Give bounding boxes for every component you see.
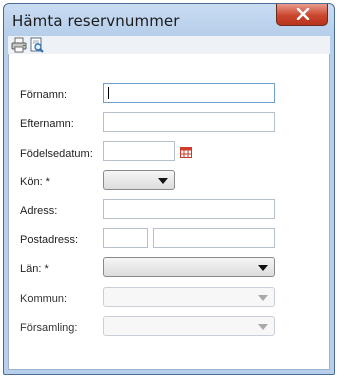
ort-input[interactable]	[153, 228, 275, 248]
print-preview-icon[interactable]	[29, 37, 45, 53]
postnummer-input[interactable]	[103, 228, 148, 248]
kommun-select[interactable]	[103, 287, 275, 307]
adress-input[interactable]	[103, 199, 275, 219]
kon-label: Kön: *	[20, 176, 50, 188]
lan-label: Län: *	[20, 263, 49, 275]
forsamling-label: Församling:	[20, 322, 78, 334]
chevron-down-icon	[258, 295, 268, 301]
chevron-down-icon	[258, 324, 268, 330]
fodelsedatum-input[interactable]	[103, 141, 175, 161]
calendar-icon[interactable]	[180, 147, 192, 158]
chevron-down-icon	[158, 178, 168, 184]
title-bar[interactable]: Hämta reservnummer	[4, 4, 334, 36]
fornamn-input[interactable]	[103, 83, 275, 103]
close-icon	[296, 8, 310, 20]
efternamn-label: Efternamn:	[20, 118, 74, 130]
chevron-down-icon	[258, 265, 268, 271]
close-button[interactable]	[276, 4, 328, 26]
lan-select[interactable]	[103, 257, 275, 277]
kon-select[interactable]	[103, 170, 175, 190]
toolbar	[8, 36, 330, 55]
fornamn-label: Förnamn:	[20, 89, 68, 101]
forsamling-select[interactable]	[103, 316, 275, 336]
postadress-label: Postadress:	[20, 234, 79, 246]
fodelsedatum-label: Födelsedatum:	[20, 148, 93, 160]
adress-label: Adress:	[20, 205, 58, 217]
printer-icon[interactable]	[11, 37, 27, 53]
efternamn-input[interactable]	[103, 112, 275, 132]
kommun-label: Kommun:	[20, 293, 68, 305]
window-title: Hämta reservnummer	[12, 12, 180, 30]
text-caret	[108, 87, 109, 99]
